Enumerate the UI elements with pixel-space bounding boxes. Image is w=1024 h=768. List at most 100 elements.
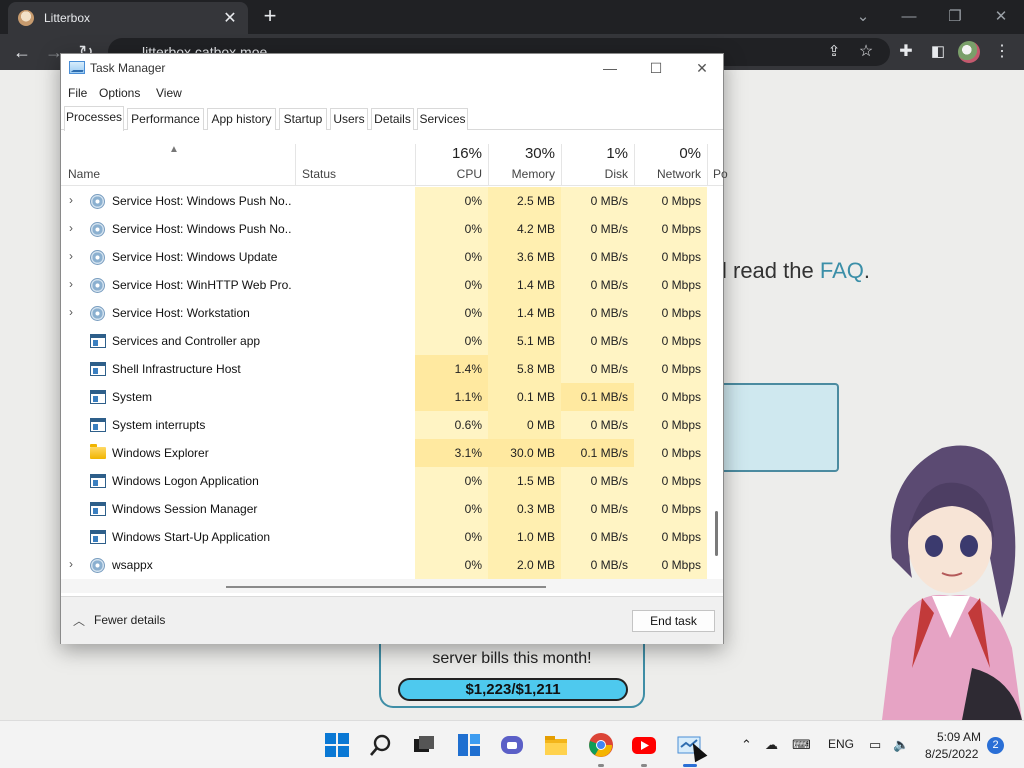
process-row[interactable]: System 1.1% 0.1 MB 0.1 MB/s 0 Mbps [61,383,723,411]
share-icon[interactable]: ⇪ [822,40,846,64]
faq-link[interactable]: FAQ [820,258,864,283]
task-view-icon[interactable] [411,732,437,758]
fewer-details-button[interactable]: Fewer details [94,613,165,627]
process-disk-cell: 0 MB/s [561,299,634,327]
new-tab-button[interactable]: + [258,5,282,29]
chevron-right-icon[interactable]: › [69,221,79,235]
process-memory-cell: 3.6 MB [488,243,561,271]
column-status[interactable]: Status [302,167,336,181]
end-task-button[interactable]: End task [632,610,715,632]
memory-total: 30% [524,145,555,162]
search-icon[interactable] [368,732,394,758]
upload-box[interactable] [718,383,839,472]
tab-processes[interactable]: Processes [64,106,124,131]
tab-users[interactable]: Users [330,108,368,130]
process-disk-cell: 0 MB/s [561,551,634,579]
tab-startup[interactable]: Startup [279,108,327,130]
task-manager-titlebar[interactable]: Task Manager — ☐ ✕ [61,54,723,82]
column-memory[interactable]: Memory [488,167,555,181]
litterbox-favicon-icon [18,10,34,26]
tab-services[interactable]: Services [417,108,468,130]
chevron-right-icon[interactable]: › [69,277,79,291]
process-row[interactable]: Windows Session Manager 0% 0.3 MB 0 MB/s 0 M… [61,495,723,523]
tab-search-icon[interactable]: ⌄ [840,4,886,30]
process-row[interactable]: › Service Host: Workstation 0% 1.4 MB 0 MB/s… [61,299,723,327]
widgets-icon[interactable] [456,732,482,758]
process-row[interactable]: Services and Controller app 0% 5.1 MB 0 MB/… [61,327,723,355]
process-memory-cell: 0.1 MB [488,383,561,411]
process-cpu-cell: 0% [415,187,488,215]
chrome-icon[interactable] [588,732,614,758]
menu-view[interactable]: View [156,86,182,100]
cpu-total: 16% [451,145,482,162]
process-row[interactable]: Windows Logon Application 0% 1.5 MB 0 MB/s 0… [61,467,723,495]
process-name: Service Host: Windows Update [112,250,278,264]
process-cpu-cell: 0% [415,523,488,551]
process-cpu-cell: 1.4% [415,355,488,383]
process-row[interactable]: System interrupts 0.6% 0 MB 0 MB/s 0 Mbps [61,411,723,439]
process-memory-cell: 5.1 MB [488,327,561,355]
horizontal-scrollbar[interactable] [61,579,723,593]
keyboard-icon[interactable]: ⌨ [792,737,811,753]
tab-performance[interactable]: Performance [127,108,204,130]
chevron-right-icon[interactable]: › [69,249,79,263]
window-icon [90,362,106,376]
profile-avatar[interactable] [958,41,980,63]
process-row[interactable]: › Service Host: WinHTTP Web Pro... 0% 1.4 M… [61,271,723,299]
menu-options[interactable]: Options [99,86,140,100]
close-button[interactable]: ✕ [679,56,725,80]
arrow-left-icon[interactable]: ← [10,40,34,64]
minimize-button[interactable]: — [587,56,633,80]
teams-chat-icon[interactable] [499,732,525,758]
process-row[interactable]: › Service Host: Windows Push No... 0% 2.5 M… [61,187,723,215]
vertical-scrollbar-thumb[interactable] [715,511,718,556]
horizontal-scrollbar-thumb[interactable] [226,586,546,588]
process-row[interactable]: Windows Explorer 3.1% 30.0 MB 0.1 MB/s 0 Mbp… [61,439,723,467]
menu-bar: File Options View [61,83,723,103]
chevron-up-icon[interactable]: ︿ [73,612,85,629]
tab-details[interactable]: Details [371,108,414,130]
youtube-running-indicator [641,764,647,767]
process-row[interactable]: › Service Host: Windows Push No... 0% 4.2 M… [61,215,723,243]
browser-restore-button[interactable]: ❐ [932,4,978,30]
column-network[interactable]: Network [634,167,701,181]
browser-close-button[interactable]: ✕ [978,4,1024,30]
process-row[interactable]: Shell Infrastructure Host 1.4% 5.8 MB 0 MB/… [61,355,723,383]
tab-close-icon[interactable]: ✕ [222,8,238,28]
window-icon [90,530,106,544]
speaker-icon[interactable]: 🔈 [893,737,909,753]
chevron-right-icon[interactable]: › [69,193,79,207]
browser-minimize-button[interactable]: — [886,4,932,30]
column-cpu[interactable]: CPU [415,167,482,181]
process-row[interactable]: › Service Host: Windows Update 0% 3.6 MB 0 M… [61,243,723,271]
tab-app-history[interactable]: App history [207,108,276,130]
file-explorer-icon[interactable] [543,732,569,758]
star-icon[interactable]: ☆ [854,40,878,64]
chevron-right-icon[interactable]: › [69,305,79,319]
clock-time[interactable]: 5:09 AM [937,730,981,744]
chevron-up-icon[interactable]: ⌃ [741,737,752,753]
youtube-icon[interactable] [631,732,657,758]
process-network-cell: 0 Mbps [634,439,707,467]
cloud-offline-icon[interactable]: ☁ [765,737,778,753]
chevron-right-icon[interactable]: › [69,557,79,571]
gear-icon [90,558,105,573]
column-power[interactable]: Po [713,167,728,181]
network-icon[interactable]: ▭ [869,737,881,753]
process-row[interactable]: › wsappx 0% 2.0 MB 0 MB/s 0 Mbps [61,551,723,579]
side-panel-icon[interactable]: ◧ [926,40,950,64]
maximize-button[interactable]: ☐ [633,56,679,80]
start-icon[interactable] [324,732,350,758]
clock-date[interactable]: 8/25/2022 [925,747,978,761]
extensions-icon[interactable]: ✚ [894,40,918,64]
process-row[interactable]: Windows Start-Up Application 0% 1.0 MB 0 MB… [61,523,723,551]
sort-caret-icon[interactable]: ▲ [169,144,179,155]
notification-badge[interactable]: 2 [987,737,1004,754]
column-disk[interactable]: Disk [561,167,628,181]
menu-file[interactable]: File [68,86,87,100]
column-name[interactable]: Name [68,167,100,181]
browser-tab[interactable]: Litterbox ✕ [8,2,248,34]
process-cpu-cell: 0% [415,243,488,271]
language-indicator[interactable]: ENG [828,737,854,751]
kebab-menu-icon[interactable]: ⋮ [990,40,1014,64]
